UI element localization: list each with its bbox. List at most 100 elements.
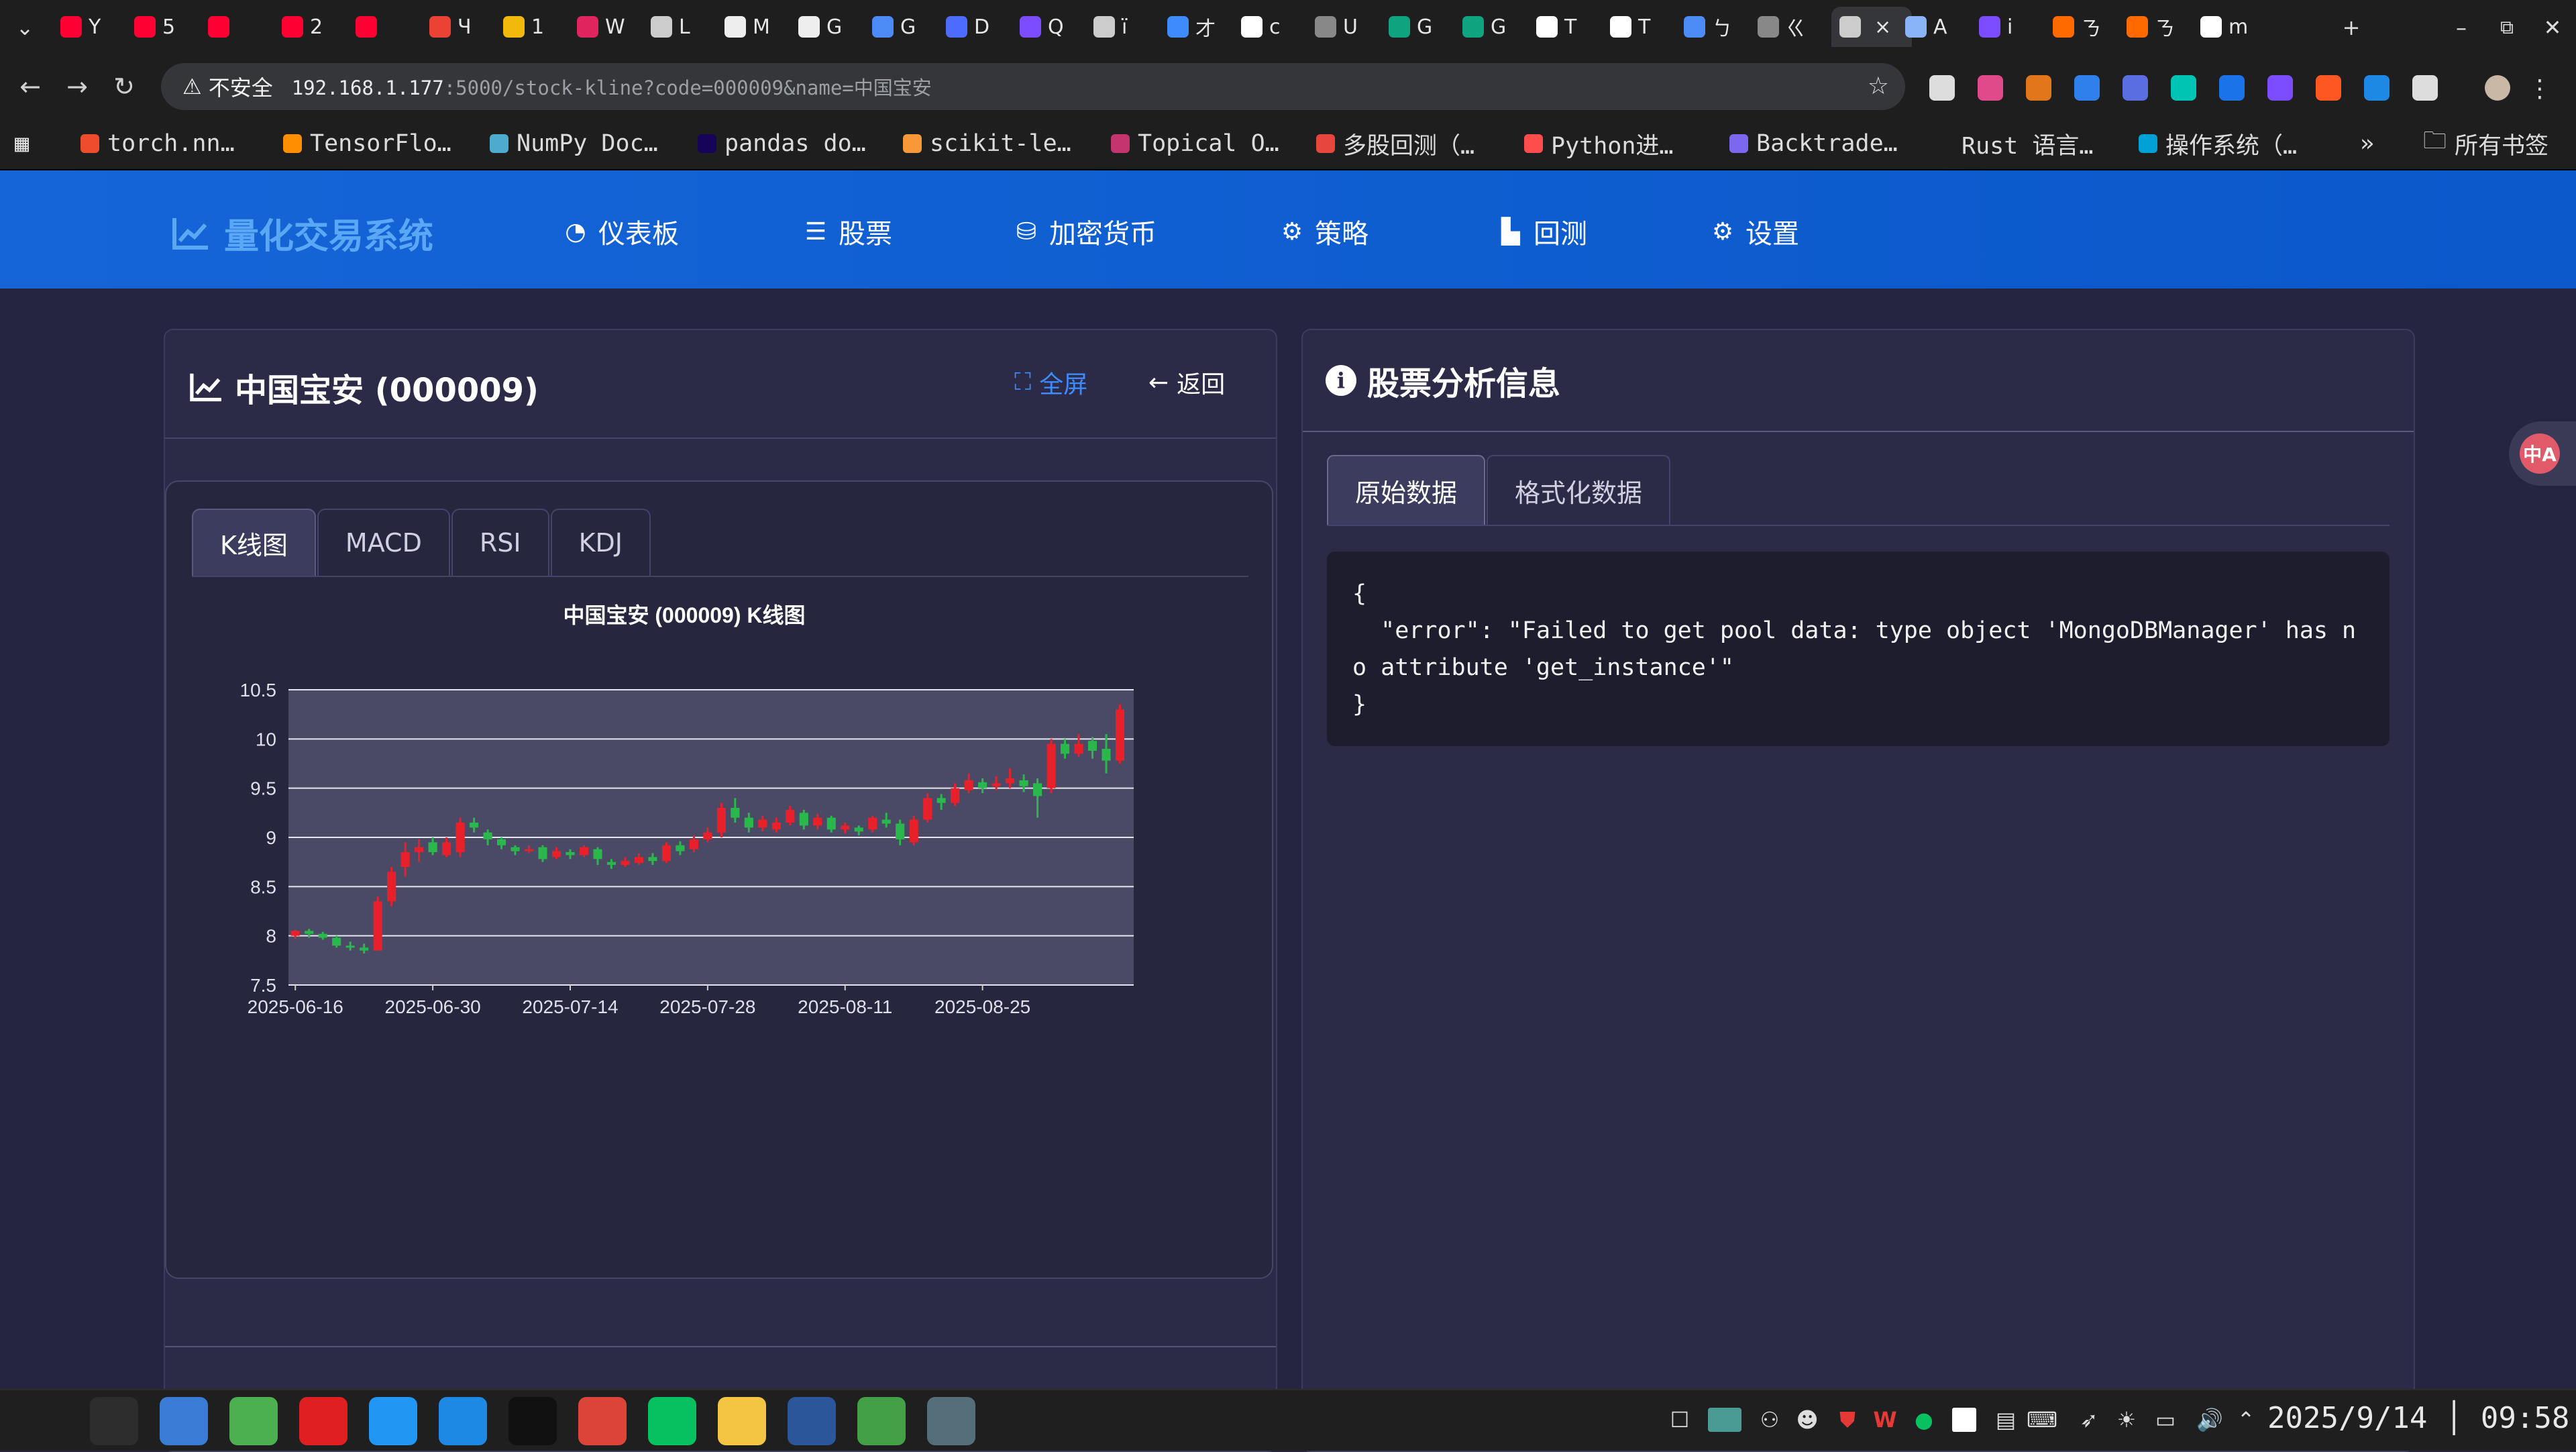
terminal-app-icon[interactable]	[90, 1397, 138, 1445]
browser-tab[interactable]: Q	[1020, 7, 1084, 47]
deepin-store-app-icon[interactable]	[160, 1397, 208, 1445]
browser-tab[interactable]: M	[724, 7, 789, 47]
tab-raw-data[interactable]: 原始数据	[1327, 455, 1486, 525]
browser-tab[interactable]: Y	[60, 7, 125, 47]
desktop-icon[interactable]: ☐	[1668, 1407, 1692, 1433]
back-button[interactable]: ← 返回	[1148, 365, 1225, 400]
browser-tab[interactable]: Ч	[429, 7, 494, 47]
tab-macd[interactable]: MACD	[317, 509, 450, 576]
extension-icon[interactable]	[2074, 75, 2100, 101]
browser-tab[interactable]: 2	[282, 7, 346, 47]
bookmark-item[interactable]: NumPy Doc…	[490, 130, 658, 157]
url-text[interactable]: 192.168.1.177:5000/stock-kline?code=0000…	[292, 72, 932, 101]
extension-icon[interactable]	[2123, 75, 2148, 101]
bookmark-item[interactable]: 操作系统（…	[2139, 130, 2297, 160]
rocket-app-icon[interactable]	[857, 1397, 906, 1445]
launcher-app-icon[interactable]	[20, 1397, 68, 1445]
bookmark-star-icon[interactable]: ☆	[1868, 72, 1889, 100]
bookmark-item[interactable]: pandas do…	[698, 130, 866, 157]
qq-tray-icon[interactable]: ☻	[1795, 1407, 1819, 1433]
nav-item-3[interactable]: ⚙ 策略	[1279, 212, 1368, 251]
tab-search-icon[interactable]: ⌄	[7, 9, 43, 46]
restore-window-icon[interactable]: ⧉	[2489, 9, 2525, 46]
blank-tray-icon[interactable]	[1952, 1408, 1976, 1432]
security-tray-icon[interactable]: ⛊	[1835, 1407, 1860, 1433]
browser-tab[interactable]: ㄅ	[1684, 7, 1748, 47]
close-tab-icon[interactable]: ×	[1874, 15, 1891, 39]
extension-icon[interactable]	[2219, 75, 2245, 101]
bookmark-item[interactable]: 多股回测（…	[1316, 130, 1474, 160]
kline-chart[interactable]: 中国宝安 (000009) K线图 7.5 8 8.5 9 9.5 10 10.5 2025-0…	[227, 603, 1206, 1019]
browser-menu-icon[interactable]: ⋮	[2528, 75, 2553, 103]
reload-icon[interactable]: ↻	[106, 68, 142, 105]
new-tab-button[interactable]: +	[2333, 9, 2369, 46]
bookmark-item[interactable]: Rust 语言…	[1935, 130, 2093, 160]
wechat-app-icon[interactable]	[648, 1397, 696, 1445]
wps-tray-icon[interactable]: W	[1873, 1407, 1897, 1433]
browser-tab[interactable]: D	[946, 7, 1010, 47]
apps-grid-icon[interactable]: ▦	[15, 130, 29, 157]
browser-tab[interactable]: m	[2200, 7, 2265, 47]
rocket-tray-icon[interactable]: ➶	[2077, 1407, 2101, 1433]
tab-kdj[interactable]: KDJ	[550, 509, 651, 576]
browser-tab[interactable]: G	[1462, 7, 1527, 47]
browser-tab[interactable]: G	[872, 7, 936, 47]
browser-tab[interactable]: 才	[1167, 7, 1232, 47]
browser-tab[interactable]: W	[577, 7, 641, 47]
all-bookmarks-folder[interactable]: 🗀 所有书签	[2423, 127, 2548, 160]
extension-icon[interactable]	[1978, 75, 2003, 101]
network-icon[interactable]: ▭	[2153, 1407, 2178, 1433]
browser-tab[interactable]: 5	[134, 7, 199, 47]
browser-tab[interactable]: G	[1389, 7, 1453, 47]
back-arrow-icon[interactable]: ←	[12, 68, 48, 105]
baidu-netdisk-app-icon[interactable]	[718, 1397, 766, 1445]
music-app-icon[interactable]	[299, 1397, 347, 1445]
tab-kline[interactable]: K线图	[192, 509, 316, 576]
browser-tab[interactable]: ㄍ	[1758, 7, 1822, 47]
extension-icon[interactable]	[2412, 75, 2438, 101]
bookmark-item[interactable]: Backtrade…	[1729, 130, 1898, 157]
word-app-icon[interactable]	[788, 1397, 836, 1445]
nav-item-5[interactable]: ⚙ 设置	[1709, 212, 1799, 251]
forward-arrow-icon[interactable]: →	[59, 68, 95, 105]
volume-icon[interactable]: 🔊	[2196, 1407, 2223, 1433]
bookmarks-overflow-button[interactable]: »	[2360, 130, 2374, 157]
qq-app-icon[interactable]	[508, 1397, 557, 1445]
chevron-up-icon[interactable]: ⌃	[2234, 1407, 2258, 1433]
browser-tab[interactable]: U	[1315, 7, 1379, 47]
browser-tab[interactable]: L	[651, 7, 715, 47]
extension-icon[interactable]	[2026, 75, 2051, 101]
address-bar[interactable]: ⚠ 不安全 192.168.1.177:5000/stock-kline?cod…	[161, 63, 1905, 110]
nav-item-1[interactable]: ☰ 股票	[802, 212, 892, 251]
bookmark-item[interactable]: Topical O…	[1111, 130, 1279, 157]
bookmark-item[interactable]: TensorFlo…	[283, 130, 451, 157]
browser-tab[interactable]: ㄋ	[2127, 7, 2191, 47]
extension-icon[interactable]	[2171, 75, 2196, 101]
close-window-icon[interactable]: ✕	[2534, 9, 2571, 46]
browser-tab[interactable]: T	[1536, 7, 1601, 47]
wechat-tray-icon[interactable]: ●	[1912, 1407, 1936, 1433]
profile-avatar[interactable]	[2485, 75, 2510, 101]
clock[interactable]: 2025/9/14 │ 09:58	[2267, 1401, 2569, 1435]
extension-icon[interactable]	[2364, 75, 2390, 101]
browser-tab[interactable]: T	[1610, 7, 1674, 47]
workspace-icon[interactable]	[1708, 1408, 1741, 1432]
extension-icon[interactable]	[2267, 75, 2293, 101]
bookmark-item[interactable]: scikit-le…	[903, 130, 1071, 157]
nav-item-4[interactable]: ▙ 回测	[1497, 212, 1587, 251]
todo-app-icon[interactable]	[369, 1397, 417, 1445]
nav-item-0[interactable]: ◔ 仪表板	[562, 212, 679, 251]
browser-tab[interactable]: G	[798, 7, 863, 47]
browser-tab[interactable]: i	[1979, 7, 2043, 47]
browser-tab[interactable]	[208, 7, 272, 47]
extension-icon[interactable]	[2316, 75, 2341, 101]
security-chip[interactable]: ⚠ 不安全	[172, 68, 284, 105]
mail-app-icon[interactable]	[439, 1397, 487, 1445]
nav-item-2[interactable]: ⛁ 加密货币	[1013, 212, 1157, 251]
downloader-app-icon[interactable]	[229, 1397, 278, 1445]
extension-icon[interactable]	[1929, 75, 1955, 101]
notification-icon[interactable]: ⚇	[1758, 1407, 1782, 1433]
browser-tab[interactable]: ×	[1831, 7, 1912, 47]
keyboard-icon[interactable]: ⌨	[2027, 1407, 2057, 1433]
bookmark-item[interactable]: torch.nn…	[80, 130, 235, 157]
